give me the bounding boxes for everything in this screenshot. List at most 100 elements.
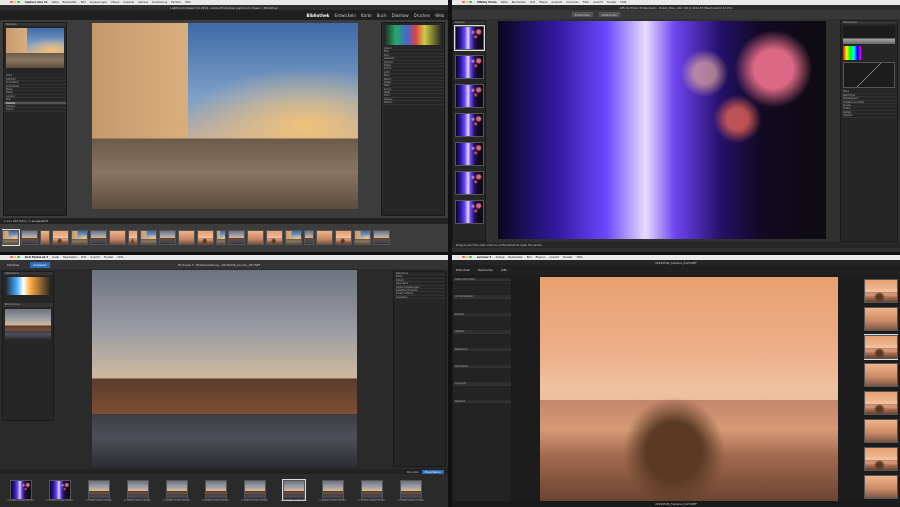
filmstrip-thumb[interactable] [228, 229, 245, 245]
filmstrip-item[interactable]: 20190406_London_008.NEF [277, 478, 310, 502]
menu-item-3[interactable]: Bild [527, 256, 532, 259]
menu-item-1[interactable]: Ablage [495, 256, 504, 259]
filmstrip-thumb[interactable] [360, 479, 383, 500]
right-thumb[interactable] [864, 419, 898, 443]
filmstrip-thumb[interactable] [140, 229, 157, 245]
filmstrip-item[interactable]: 20190406_London_003.NEF [82, 479, 115, 502]
main-photo-venice[interactable] [92, 23, 358, 209]
filmstrip-thumb[interactable] [48, 479, 71, 500]
module-slideshow[interactable]: Diashow [392, 13, 409, 18]
module-map[interactable]: Karte [361, 13, 372, 18]
stamp-thumb[interactable] [455, 200, 484, 225]
menu-item-4[interactable]: Ebenen [536, 256, 546, 259]
menu-item-10[interactable]: Hilfe [185, 1, 191, 4]
stamp-thumb[interactable] [454, 25, 485, 52]
menu-item-8[interactable]: Darstellung [152, 1, 167, 4]
menu-item-7[interactable]: Hilfe [577, 256, 583, 259]
right-thumb[interactable] [864, 363, 898, 387]
module-develop[interactable]: Entwickeln [334, 13, 356, 18]
tool-library[interactable]: Bibliothek [456, 268, 470, 272]
traffic-lights-icon[interactable] [10, 255, 21, 260]
menu-item-7[interactable]: Kamera [138, 1, 148, 4]
menu-item-2[interactable]: Bearbeiten [63, 256, 77, 259]
color-picker[interactable] [843, 46, 861, 61]
menu-item-5[interactable]: Ebene [111, 1, 119, 4]
navigator-preview[interactable] [6, 28, 64, 69]
stamp-thumb[interactable] [455, 171, 484, 196]
filmstrip-thumb[interactable] [321, 479, 344, 500]
traffic-lights-icon[interactable] [462, 0, 473, 5]
main-photo-tuscany[interactable] [540, 277, 838, 501]
filmstrip-thumb[interactable] [87, 479, 110, 500]
tool-edit[interactable]: Bearbeiten [478, 268, 493, 272]
keyword-item[interactable]: Wolken [382, 101, 444, 105]
module-print[interactable]: Drucken [414, 13, 431, 18]
menu-item-4[interactable]: Ansicht [90, 256, 100, 259]
filmstrip-thumb[interactable] [71, 229, 88, 245]
filmstrip-thumb[interactable] [159, 229, 176, 245]
menu-item-1[interactable]: Datei [52, 256, 59, 259]
filmstrip-thumb[interactable] [316, 229, 333, 245]
right-thumb[interactable] [864, 475, 898, 499]
app-name[interactable]: Capture One 21 [25, 1, 48, 4]
app-name[interactable]: Affinity Photo [477, 1, 497, 4]
filmstrip-thumb[interactable] [243, 479, 266, 500]
filmstrip-thumb[interactable] [2, 228, 20, 246]
menu-item-6[interactable]: Auswahl [123, 1, 134, 4]
traffic-lights-icon[interactable] [462, 255, 473, 260]
menu-item-2[interactable]: Bearbeiten [508, 256, 522, 259]
print-button[interactable]: Drucken [407, 470, 419, 474]
menu-item-1[interactable]: Datei [52, 1, 59, 4]
menu-item-6[interactable]: Anordnen [566, 1, 579, 4]
filmstrip-thumb[interactable] [266, 229, 283, 245]
menu-item-9[interactable]: Fenster [607, 1, 617, 4]
filmstrip-thumb[interactable] [247, 229, 264, 245]
menu-item-2[interactable]: Bearbeiten [63, 1, 77, 4]
filmstrip-thumb[interactable] [109, 229, 126, 245]
module-book[interactable]: Buch [377, 13, 387, 18]
menu-item-9[interactable]: Fenster [171, 1, 181, 4]
filmstrip-thumb[interactable] [40, 229, 50, 245]
filmstrip-thumb[interactable] [21, 229, 38, 245]
tab-library[interactable]: Fotothek [4, 262, 22, 268]
filmstrip-thumb[interactable] [373, 229, 390, 245]
filmstrip-thumb[interactable] [9, 479, 32, 500]
filmstrip-item[interactable]: 20190406_London_009.NEF [316, 479, 349, 502]
curve-graph[interactable] [843, 62, 895, 89]
filmstrip-item[interactable]: 20190406_London_011.NEF [394, 479, 427, 502]
menu-item-10[interactable]: Hilfe [620, 1, 626, 4]
filmstrip-thumb[interactable] [304, 229, 314, 245]
menu-item-3[interactable]: Text [530, 1, 535, 4]
module-library[interactable]: Bibliothek [307, 13, 330, 18]
menu-item-5[interactable]: Auswahl [551, 1, 562, 4]
filmstrip-thumb[interactable] [90, 229, 107, 245]
navigator-header[interactable]: Navigator [4, 23, 66, 27]
menu-item-1[interactable]: Datei [501, 1, 508, 4]
filmstrip-thumb[interactable] [399, 479, 422, 500]
filmstrip-item[interactable]: 20190406_London_004.NEF [121, 479, 154, 502]
right-thumb[interactable] [864, 447, 898, 471]
menu-item-6[interactable]: Hilfe [118, 256, 124, 259]
filmstrip-thumb[interactable] [204, 479, 227, 500]
filmstrip-item[interactable]: 20190406_London_010.NEF [355, 479, 388, 502]
filmstrip-thumb[interactable] [52, 229, 69, 245]
menu-item-5[interactable]: Fenster [104, 256, 114, 259]
module-web[interactable]: Web [435, 13, 444, 18]
stamp-thumb[interactable] [455, 142, 484, 167]
cancel-button[interactable]: Abbrechen [599, 12, 621, 17]
filmstrip-item[interactable]: 20190406_London_007.NEF [238, 479, 271, 502]
tab-customize[interactable]: Anpassen [30, 261, 50, 268]
menu-item-7[interactable]: Filter [583, 1, 589, 4]
export-button[interactable]: Exportieren [421, 469, 444, 474]
main-photo-london[interactable] [92, 270, 357, 467]
menu-item-6[interactable]: Fenster [563, 256, 573, 259]
filmstrip-item[interactable]: 20190406_London_001.NEF [4, 479, 37, 502]
tool-info[interactable]: Info [501, 268, 506, 272]
right-thumb[interactable] [864, 334, 898, 360]
filmstrip-thumb[interactable] [216, 229, 226, 245]
filmstrip-thumb[interactable] [128, 229, 138, 245]
menu-item-3[interactable]: Bild [81, 256, 86, 259]
filmstrip-item[interactable]: 20190406_London_005.NEF [160, 479, 193, 502]
right-thumb[interactable] [864, 391, 898, 415]
stamp-thumb[interactable] [455, 55, 484, 80]
